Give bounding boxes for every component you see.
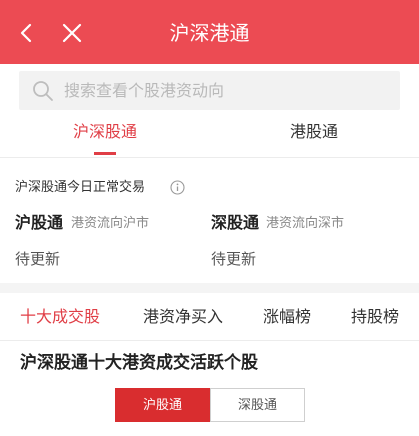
segment-hu-gu-tong[interactable]: 沪股通	[115, 388, 210, 422]
flow-value-shen: 待更新	[211, 250, 257, 268]
search-input[interactable]	[64, 71, 384, 110]
top-nav-bar: 沪深港通	[0, 0, 419, 64]
market-tabs: 沪深股通 港股通	[0, 115, 419, 157]
flow-sub-hu: 港资流向沪市	[71, 216, 150, 231]
divider	[0, 157, 419, 158]
search-icon	[33, 81, 53, 101]
divider	[0, 340, 419, 341]
info-icon[interactable]	[170, 180, 185, 195]
tab-gang-gu-tong[interactable]: 港股通	[290, 121, 338, 143]
tab-hu-shen-gu-tong[interactable]: 沪深股通	[73, 121, 137, 143]
tab-gainers[interactable]: 涨幅榜	[263, 306, 311, 328]
search-box[interactable]	[19, 71, 400, 110]
segment-shen-gu-tong[interactable]: 深股通	[210, 388, 305, 422]
flow-name-shen: 深股通	[211, 213, 260, 232]
section-gap	[0, 283, 419, 293]
section-title: 沪深股通十大港资成交活跃个股	[20, 353, 258, 373]
flow-name-hu: 沪股通	[15, 213, 64, 232]
trading-status-text: 沪深股通今日正常交易	[15, 180, 146, 195]
page-title: 沪深港通	[169, 21, 250, 45]
active-tab-indicator	[94, 152, 116, 155]
flow-sub-shen: 港资流向深市	[266, 216, 345, 231]
tab-holdings[interactable]: 持股榜	[351, 306, 399, 328]
flow-value-hu: 待更新	[15, 250, 61, 268]
tab-net-buy[interactable]: 港资净买入	[143, 306, 223, 328]
tab-top-ten-turnover[interactable]: 十大成交股	[20, 306, 100, 328]
